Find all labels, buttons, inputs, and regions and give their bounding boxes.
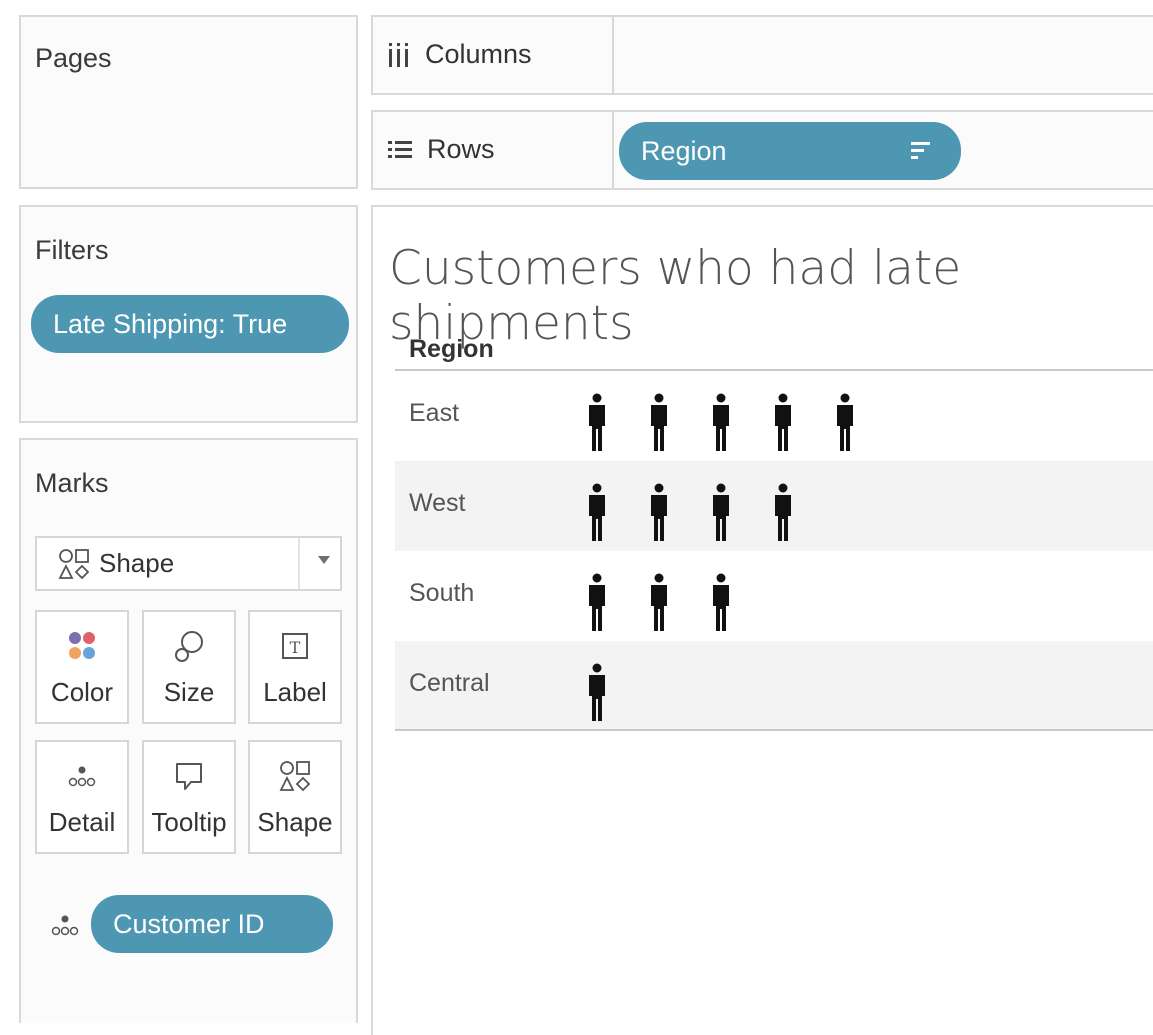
person-shape-mark[interactable] bbox=[834, 393, 856, 451]
rows-shelf-label: Rows bbox=[387, 134, 495, 165]
columns-shelf-text: Columns bbox=[425, 39, 532, 69]
person-shape-mark[interactable] bbox=[710, 573, 732, 631]
filters-card[interactable]: Filters Late Shipping: True bbox=[19, 205, 358, 423]
marks-card[interactable]: Marks Shape Color Size T Label Detail To… bbox=[19, 438, 358, 1023]
color-button[interactable]: Color bbox=[35, 610, 129, 724]
person-shape-mark[interactable] bbox=[772, 393, 794, 451]
row-label[interactable]: South bbox=[409, 579, 474, 608]
svg-text:T: T bbox=[290, 638, 301, 657]
filters-title: Filters bbox=[35, 235, 109, 265]
region-column-header[interactable]: Region bbox=[409, 335, 494, 364]
shelf-divider bbox=[612, 17, 614, 93]
person-shape-mark[interactable] bbox=[648, 483, 670, 541]
label-button[interactable]: T Label bbox=[248, 610, 342, 724]
detail-pill-label: Customer ID bbox=[113, 908, 265, 939]
tooltip-button-label: Tooltip bbox=[151, 807, 227, 837]
person-shape-mark[interactable] bbox=[586, 573, 608, 631]
person-shape-mark[interactable] bbox=[648, 393, 670, 451]
detail-dots-icon bbox=[51, 915, 79, 936]
shelf-divider bbox=[612, 112, 614, 188]
shapes-icon bbox=[58, 548, 90, 579]
filter-pill-late-shipping[interactable]: Late Shipping: True bbox=[31, 295, 349, 353]
label-button-label: Label bbox=[263, 677, 327, 707]
tooltip-icon bbox=[176, 763, 202, 790]
row-label[interactable]: East bbox=[409, 399, 459, 428]
marks-title: Marks bbox=[35, 468, 109, 498]
color-button-label: Color bbox=[50, 677, 114, 707]
person-shape-mark[interactable] bbox=[586, 393, 608, 451]
person-shape-mark[interactable] bbox=[772, 483, 794, 541]
columns-shelf-label: Columns bbox=[387, 39, 532, 70]
columns-shelf[interactable]: Columns bbox=[371, 15, 1153, 95]
mark-type-label: Shape bbox=[99, 548, 175, 578]
person-shape-mark[interactable] bbox=[648, 573, 670, 631]
rows-shelf[interactable]: Rows Region bbox=[371, 110, 1153, 190]
pages-title: Pages bbox=[35, 43, 112, 73]
person-shape-mark[interactable] bbox=[586, 483, 608, 541]
viz-row-central: Central bbox=[395, 641, 1153, 731]
viz-row-east: East bbox=[395, 371, 1153, 461]
worksheet-title: Customers who had late shipments bbox=[389, 241, 962, 351]
table-bottom-divider bbox=[395, 729, 1153, 731]
detail-button[interactable]: Detail bbox=[35, 740, 129, 854]
rows-pill-label: Region bbox=[641, 135, 727, 166]
shape-button-label: Shape bbox=[257, 807, 333, 837]
viz-row-south: South bbox=[395, 551, 1153, 641]
text-label-icon: T bbox=[282, 633, 308, 659]
row-label[interactable]: Central bbox=[409, 669, 490, 698]
rows-shelf-text: Rows bbox=[427, 134, 495, 164]
detail-button-label: Detail bbox=[48, 807, 116, 837]
detail-dots-icon bbox=[68, 766, 96, 787]
columns-icon bbox=[389, 42, 408, 67]
size-icon bbox=[175, 631, 203, 662]
pages-card[interactable]: Pages bbox=[19, 15, 358, 189]
detail-pill-customer-id[interactable]: Customer ID bbox=[91, 895, 333, 953]
person-shape-mark[interactable] bbox=[710, 483, 732, 541]
shape-button[interactable]: Shape bbox=[248, 740, 342, 854]
row-label[interactable]: West bbox=[409, 489, 466, 518]
worksheet-view[interactable]: Customers who had late shipments Region … bbox=[371, 205, 1153, 1035]
mark-type-dropdown[interactable]: Shape bbox=[35, 536, 342, 591]
tooltip-button[interactable]: Tooltip bbox=[142, 740, 236, 854]
chevron-down-icon[interactable] bbox=[318, 556, 330, 564]
size-button-label: Size bbox=[163, 677, 215, 707]
color-dots-icon bbox=[69, 632, 95, 659]
viz-row-west: West bbox=[395, 461, 1153, 551]
person-shape-mark[interactable] bbox=[710, 393, 732, 451]
size-button[interactable]: Size bbox=[142, 610, 236, 724]
filter-pill-label: Late Shipping: True bbox=[53, 308, 288, 339]
rows-pill-region[interactable]: Region bbox=[619, 122, 961, 180]
shapes-icon bbox=[279, 761, 311, 792]
mark-type-separator bbox=[298, 538, 300, 589]
rows-icon bbox=[388, 140, 412, 158]
sort-descending-icon[interactable] bbox=[911, 140, 931, 162]
person-shape-mark[interactable] bbox=[586, 663, 608, 721]
